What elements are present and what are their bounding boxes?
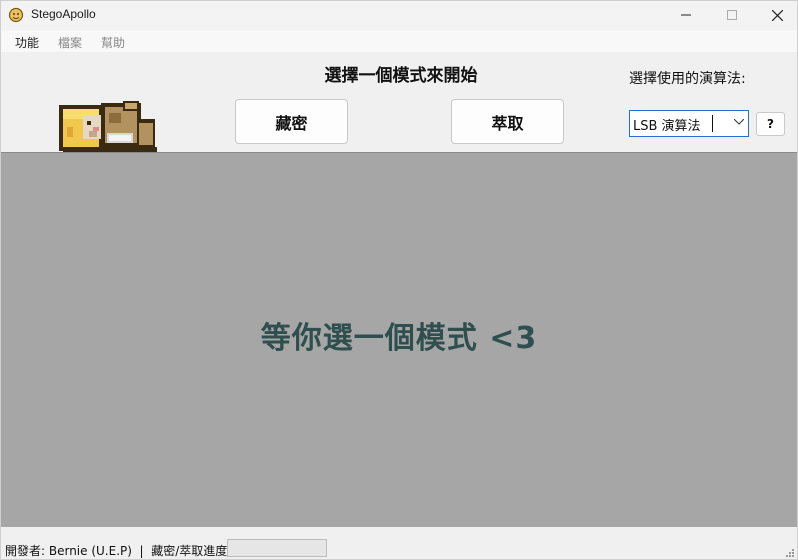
mode-prompt: 選擇一個模式來開始 xyxy=(324,66,478,86)
close-button[interactable] xyxy=(754,1,798,29)
algorithm-label: 選擇使用的演算法: xyxy=(629,71,746,87)
mascot-icon xyxy=(59,101,157,153)
maximize-icon xyxy=(727,10,737,20)
progress-bar xyxy=(227,539,327,557)
minimize-button[interactable] xyxy=(663,1,709,29)
extract-mode-button[interactable]: 萃取 xyxy=(451,99,564,144)
close-icon xyxy=(771,9,783,21)
menu-function[interactable]: 功能 xyxy=(15,34,39,51)
algorithm-select[interactable]: LSB 演算法 xyxy=(629,110,749,137)
window-title: StegoApollo xyxy=(31,7,96,21)
algorithm-help-button[interactable]: ? xyxy=(756,112,785,136)
title-bar: StegoApollo xyxy=(1,1,797,29)
app-window: StegoApollo 功能 檔案 幫助 選擇一個模式來開始 選擇使用的演算法:… xyxy=(0,0,798,560)
menu-bar: 功能 檔案 幫助 xyxy=(1,30,797,52)
menu-file[interactable]: 檔案 xyxy=(58,34,82,51)
app-icon xyxy=(8,7,24,23)
workspace-area: 等你選一個模式 <3 xyxy=(1,152,797,527)
menu-help[interactable]: 幫助 xyxy=(101,34,125,51)
minimize-icon xyxy=(681,14,691,16)
status-bar: 開發者: Bernie (U.E.P) | 藏密/萃取進度: xyxy=(1,538,797,560)
status-text: 開發者: Bernie (U.E.P) | 藏密/萃取進度: xyxy=(5,544,232,558)
waiting-message: 等你選一個模式 <3 xyxy=(260,321,538,356)
algorithm-select-value: LSB 演算法 xyxy=(633,119,701,134)
hide-mode-button[interactable]: 藏密 xyxy=(235,99,348,144)
chevron-down-icon xyxy=(734,119,744,125)
text-cursor xyxy=(712,115,713,132)
maximize-button[interactable] xyxy=(709,1,755,29)
size-grip-icon[interactable] xyxy=(785,548,795,558)
